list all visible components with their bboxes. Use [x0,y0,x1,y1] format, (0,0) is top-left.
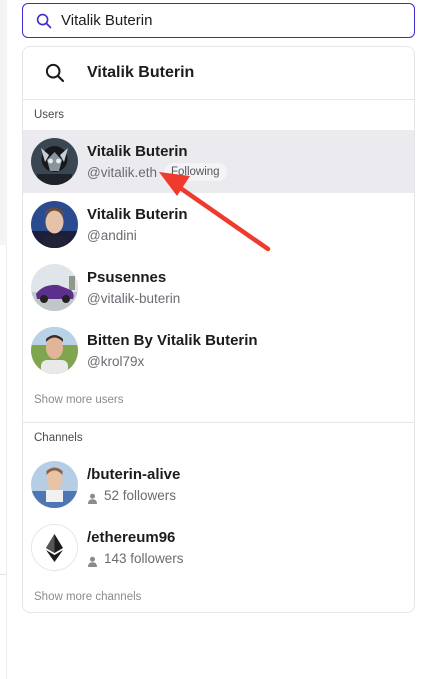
background-page-edge [0,0,7,679]
user-result-row[interactable]: Psusennes @vitalik-buterin [23,256,414,319]
search-results-dropdown: Vitalik Buterin Users Vitalik Buterin @v… [22,46,415,613]
user-handle: @krol79x [87,353,145,369]
user-result-row[interactable]: Vitalik Buterin @andini [23,193,414,256]
user-handle: @vitalik-buterin [87,290,181,306]
users-section-heading: Users [34,109,65,121]
user-avatar [31,138,78,185]
user-display-name: Psusennes [87,268,167,286]
channel-result-row[interactable]: /ethereum96 143 followers [23,516,414,579]
channel-follower-count: 52 followers [104,487,177,503]
user-display-name: Vitalik Buterin [87,205,188,223]
following-badge: Following [163,163,227,181]
user-result-row[interactable]: Bitten By Vitalik Buterin @krol79x [23,319,414,382]
search-icon [42,60,68,86]
channel-avatar [31,524,78,571]
user-avatar [31,201,78,248]
user-handle: @vitalik.eth [87,164,157,180]
channel-follower-count: 143 followers [104,550,184,566]
channel-avatar [31,461,78,508]
ethereum-icon [32,525,77,570]
user-display-name: Vitalik Buterin [87,142,188,160]
user-avatar [31,264,78,311]
user-handle: @andini [87,227,137,243]
search-input[interactable] [61,12,381,29]
show-more-channels-link[interactable]: Show more channels [23,579,414,612]
channel-name: /ethereum96 [87,528,176,546]
user-avatar [31,327,78,374]
search-query-suggestion[interactable]: Vitalik Buterin [23,47,414,100]
search-icon [35,12,53,30]
channels-section-heading: Channels [34,432,83,444]
search-query-label: Vitalik Buterin [87,64,195,81]
user-display-name: Bitten By Vitalik Buterin [87,331,258,349]
show-more-users-link[interactable]: Show more users [23,382,414,422]
channel-result-row[interactable]: /buterin-alive 52 followers [23,453,414,516]
search-box[interactable] [22,3,415,38]
user-result-row[interactable]: Vitalik Buterin @vitalik.eth Following [23,130,414,193]
user-icon [87,490,98,504]
background-panel [0,0,7,245]
channel-name: /buterin-alive [87,465,181,483]
background-divider [0,574,7,575]
user-icon [87,553,98,567]
